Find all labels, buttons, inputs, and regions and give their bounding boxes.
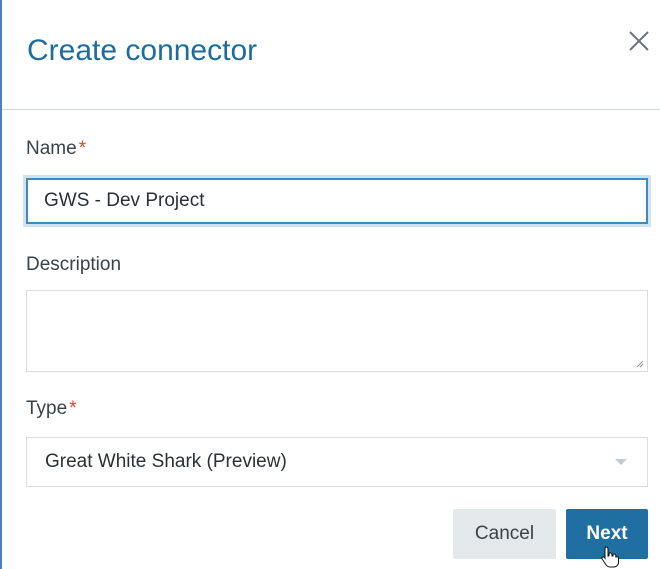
type-label: Type *	[26, 398, 77, 420]
type-select[interactable]: Great White Shark (Preview)	[26, 437, 648, 487]
type-selected-value: Great White Shark (Preview)	[45, 451, 287, 472]
cancel-button[interactable]: Cancel	[453, 509, 556, 559]
required-marker: *	[78, 138, 87, 159]
description-label: Description	[26, 254, 122, 275]
create-connector-dialog: Create connector Name * GWS - Dev Project…	[0, 0, 660, 569]
chevron-down-icon	[615, 459, 627, 465]
dialog-title: Create connector	[27, 34, 258, 67]
type-label-text: Type	[26, 398, 68, 419]
name-input[interactable]: GWS - Dev Project	[26, 178, 648, 224]
required-marker: *	[69, 398, 77, 419]
description-textarea[interactable]	[26, 290, 648, 372]
close-icon[interactable]	[626, 28, 652, 54]
name-label: Name *	[26, 138, 86, 160]
dialog-header: Create connector	[2, 0, 660, 110]
name-label-text: Name	[26, 138, 77, 159]
resize-grip-icon[interactable]	[636, 360, 644, 368]
next-button[interactable]: Next	[566, 509, 648, 559]
